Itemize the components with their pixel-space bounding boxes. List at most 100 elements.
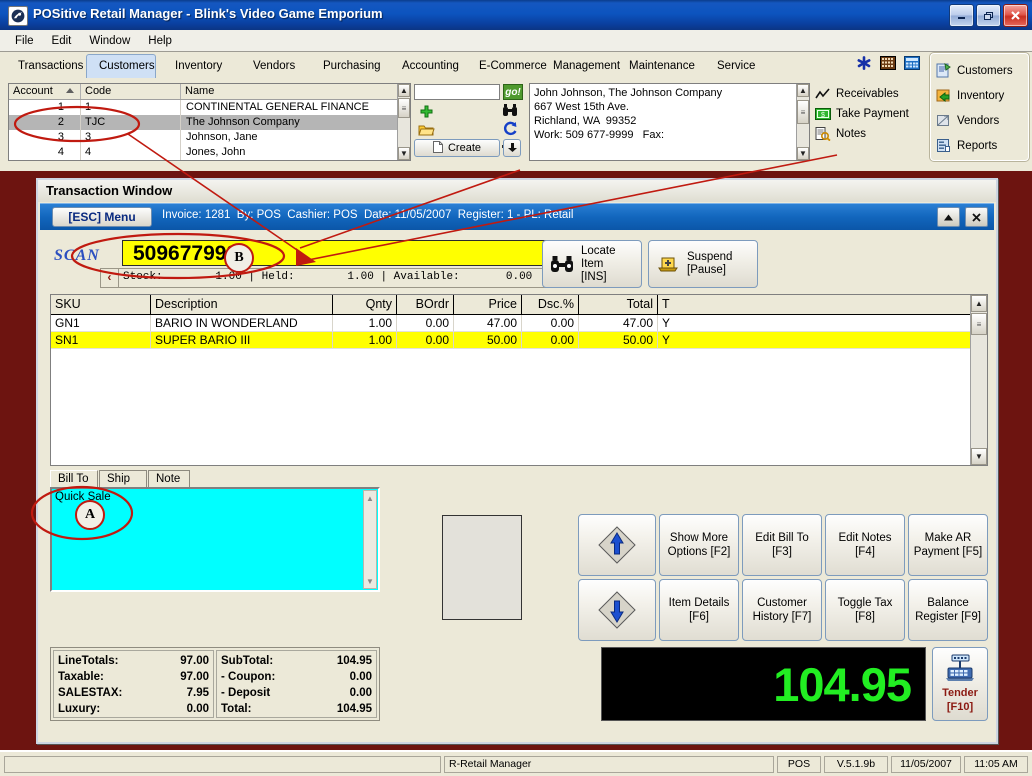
action-notes[interactable]: Notes <box>815 124 920 144</box>
column-header-taxable[interactable]: T <box>658 295 987 314</box>
tab-vendors[interactable]: Vendors <box>241 54 303 78</box>
binoculars-icon[interactable] <box>500 101 520 119</box>
scrollbar-thumb[interactable]: ≡ <box>971 313 987 335</box>
line-item-scrollbar[interactable]: ▲ ≡ ▼ <box>970 295 987 465</box>
esc-menu-button[interactable]: [ESC] Menu <box>52 207 152 227</box>
show-more-options-button[interactable]: Show More Options [F2] <box>659 514 739 576</box>
tab-maintenance[interactable]: Maintenance <box>617 54 703 78</box>
table-row[interactable]: 4 4 Jones, John <box>9 145 410 160</box>
asterisk-icon[interactable] <box>855 55 872 71</box>
scrollbar-thumb[interactable]: ≡ <box>797 100 809 124</box>
cell-code: 3 <box>81 130 181 145</box>
scroll-up-icon[interactable]: ▲ <box>797 84 809 97</box>
keypad-icon[interactable] <box>879 55 896 71</box>
nav-item-reports[interactable]: Reports <box>935 133 1028 158</box>
cell-account: 3 <box>9 130 81 145</box>
nav-item-customers[interactable]: Customers <box>935 58 1028 83</box>
menu-item-window[interactable]: Window <box>80 33 139 49</box>
minimize-button[interactable] <box>949 4 974 27</box>
open-folder-icon[interactable] <box>416 121 436 139</box>
make-ar-payment-button[interactable]: Make AR Payment [F5] <box>908 514 988 576</box>
tab-bill-to[interactable]: Bill To <box>50 470 98 487</box>
column-header-bordr[interactable]: BOrdr <box>397 295 454 314</box>
table-row[interactable]: 3 3 Johnson, Jane <box>9 130 410 145</box>
menu-item-file[interactable]: File <box>6 33 43 49</box>
cell-account: 1 <box>9 100 81 115</box>
calculator-icon[interactable] <box>903 55 920 71</box>
tab-ship-to[interactable]: Ship To <box>99 470 147 501</box>
total-label: - Coupon: <box>221 671 276 683</box>
scroll-down-icon[interactable]: ▼ <box>971 448 987 465</box>
total-label: Total: <box>221 703 252 715</box>
refresh-icon[interactable] <box>500 119 520 137</box>
tab-transactions[interactable]: Transactions <box>6 54 86 78</box>
scroll-up-icon[interactable]: ▲ <box>364 491 376 505</box>
tab-purchasing[interactable]: Purchasing <box>311 54 387 78</box>
balance-register-button[interactable]: Balance Register [F9] <box>908 579 988 641</box>
column-header-account[interactable]: Account <box>9 84 81 99</box>
scroll-up-icon[interactable]: ▲ <box>398 84 410 97</box>
column-header-description[interactable]: Description <box>151 295 333 314</box>
scrollbar-thumb[interactable]: ≡ <box>398 98 410 118</box>
table-row[interactable]: GN1 BARIO IN WONDERLAND 1.00 0.00 47.00 … <box>51 315 987 332</box>
transaction-close-button[interactable] <box>965 207 988 227</box>
transaction-restore-button[interactable] <box>937 207 960 227</box>
total-value: 7.95 <box>186 687 209 699</box>
table-row[interactable]: 2 TJC The Johnson Company <box>9 115 410 130</box>
scroll-down-icon[interactable]: ▼ <box>364 574 376 588</box>
column-header-name[interactable]: Name <box>181 84 410 99</box>
edit-notes-button[interactable]: Edit Notes [F4] <box>825 514 905 576</box>
scroll-up-button[interactable] <box>578 514 656 576</box>
menu-item-edit[interactable]: Edit <box>43 33 81 49</box>
table-row[interactable]: SN1 SUPER BARIO III 1.00 0.00 50.00 0.00… <box>51 332 987 349</box>
add-plus-icon[interactable] <box>416 103 436 121</box>
column-header-sku[interactable]: SKU <box>51 295 151 314</box>
scroll-down-button[interactable] <box>578 579 656 641</box>
locate-item-button[interactable]: Locate Item [INS] <box>542 240 642 288</box>
nav-item-inventory[interactable]: Inventory <box>935 83 1028 108</box>
customer-list-grid[interactable]: Account Code Name 1 1 CONTINENTAL GENERA… <box>8 83 411 161</box>
tab-inventory[interactable]: Inventory <box>163 54 231 78</box>
scroll-up-icon[interactable]: ▲ <box>971 295 987 312</box>
tab-ecommerce[interactable]: E-Commerce <box>467 54 549 78</box>
customer-info-scrollbar[interactable]: ▲ ≡ ▼ <box>796 84 809 160</box>
create-dropdown-button[interactable] <box>503 139 521 157</box>
restore-button[interactable] <box>976 4 1001 27</box>
toggle-tax-button[interactable]: Toggle Tax [F8] <box>825 579 905 641</box>
cell-code: TJC <box>81 115 181 130</box>
go-button[interactable]: go! <box>503 84 523 100</box>
tab-customers[interactable]: Customers <box>86 54 156 78</box>
tender-button[interactable]: Tender [F10] <box>932 647 988 721</box>
total-value: 97.00 <box>180 671 209 683</box>
column-header-price[interactable]: Price <box>454 295 522 314</box>
scan-input[interactable] <box>122 240 574 266</box>
table-row[interactable]: 1 1 CONTINENTAL GENERAL FINANCE <box>9 100 410 115</box>
customer-history-button[interactable]: Customer History [F7] <box>742 579 822 641</box>
cell-name: CONTINENTAL GENERAL FINANCE <box>186 101 369 113</box>
tab-accounting[interactable]: Accounting <box>390 54 470 78</box>
create-button[interactable]: Create <box>414 139 500 157</box>
column-header-discount[interactable]: Dsc.% <box>522 295 579 314</box>
column-header-qnty[interactable]: Qnty <box>333 295 397 314</box>
action-take-payment[interactable]: $ Take Payment <box>815 104 920 124</box>
stock-prev-button[interactable]: ‹ <box>101 269 119 287</box>
close-button[interactable] <box>1003 4 1028 27</box>
action-receivables[interactable]: Receivables <box>815 84 920 104</box>
column-header-total[interactable]: Total <box>579 295 658 314</box>
tab-management[interactable]: Management <box>541 54 625 78</box>
tab-service[interactable]: Service <box>705 54 765 78</box>
customer-grid-scrollbar[interactable]: ▲ ≡ ▼ <box>397 84 410 160</box>
item-details-button[interactable]: Item Details [F6] <box>659 579 739 641</box>
column-header-code[interactable]: Code <box>81 84 181 99</box>
line-item-grid[interactable]: SKU Description Qnty BOrdr Price Dsc.% T… <box>50 294 988 466</box>
edit-bill-to-button[interactable]: Edit Bill To [F3] <box>742 514 822 576</box>
menu-item-help[interactable]: Help <box>139 33 181 49</box>
nav-item-vendors[interactable]: Vendors <box>935 108 1028 133</box>
suspend-button[interactable]: Suspend [Pause] <box>648 240 758 288</box>
bill-to-scrollbar[interactable]: ▲ ▼ <box>363 490 377 589</box>
tender-label-line2: [F10] <box>946 701 974 713</box>
search-input[interactable] <box>414 84 500 100</box>
tab-note[interactable]: Note <box>148 470 190 487</box>
scroll-down-icon[interactable]: ▼ <box>398 147 410 160</box>
scroll-down-icon[interactable]: ▼ <box>797 147 809 160</box>
